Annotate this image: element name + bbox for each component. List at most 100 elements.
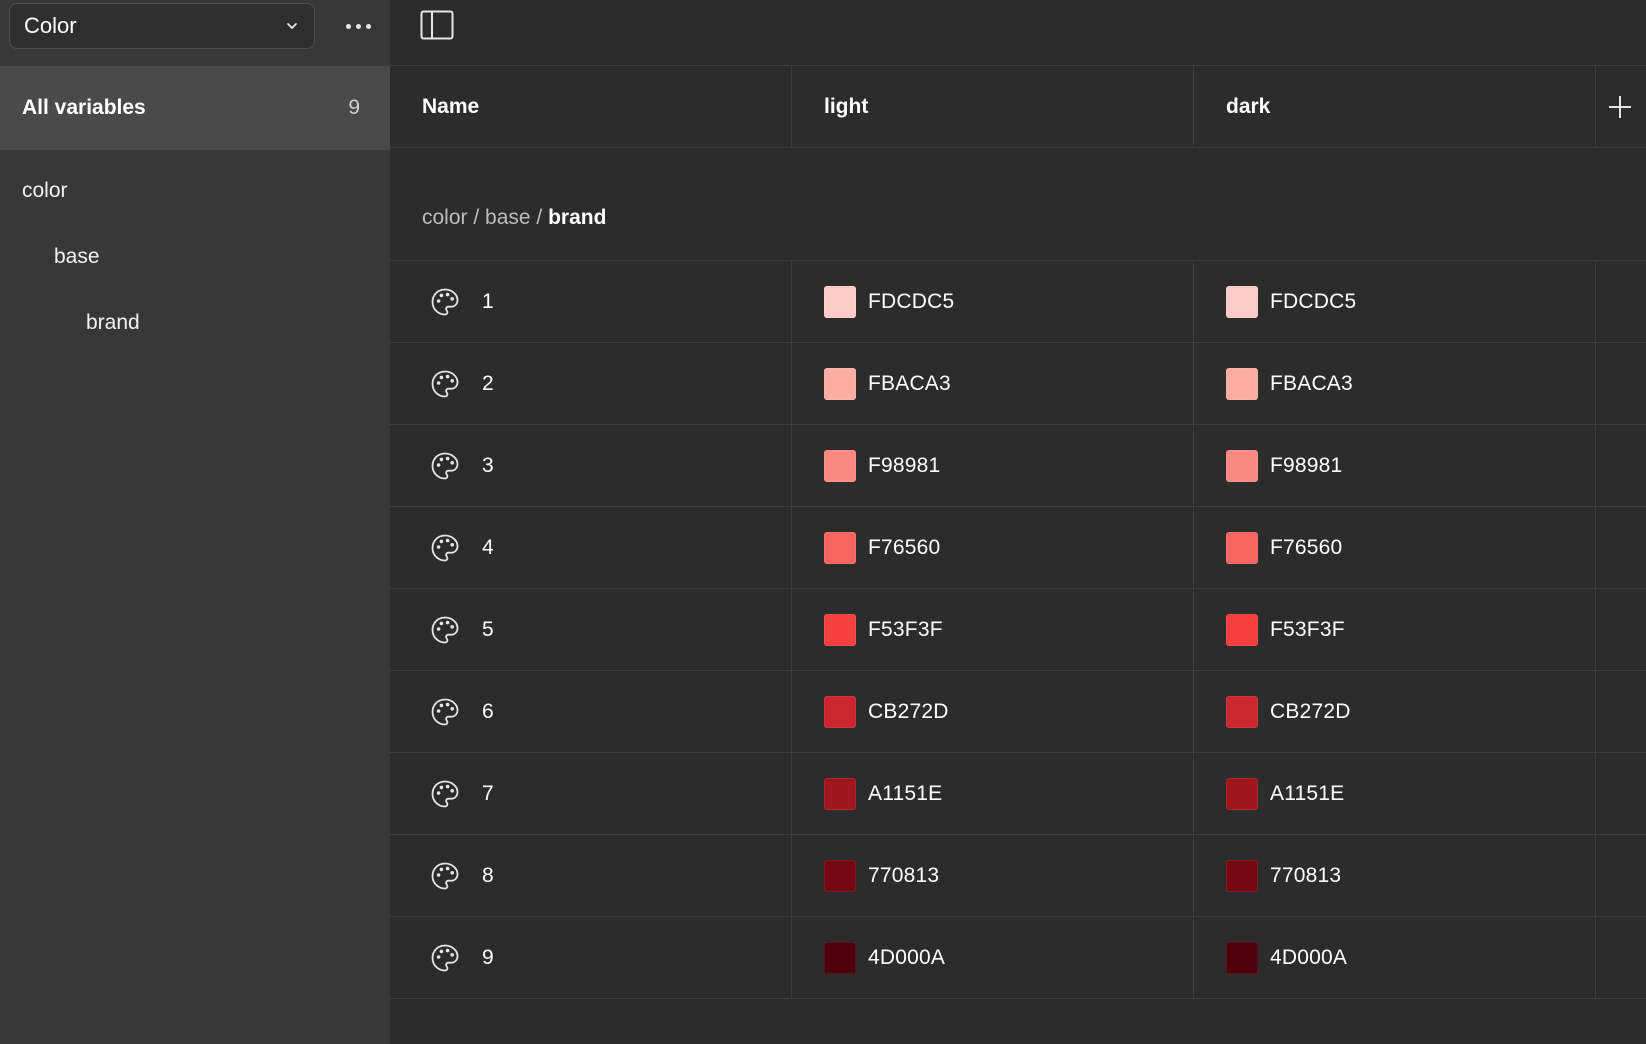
light-value-cell[interactable]: F98981 <box>792 425 1194 507</box>
variable-name: 7 <box>482 782 494 805</box>
color-swatch[interactable] <box>1226 696 1258 728</box>
hex-value: 4D000A <box>1270 946 1348 969</box>
more-horizontal-icon <box>345 23 351 29</box>
all-variables-item[interactable]: All variables 9 <box>0 66 390 150</box>
collection-dropdown[interactable]: Color <box>9 3 315 49</box>
variable-name-cell[interactable]: 3 <box>390 425 792 507</box>
light-value-cell[interactable]: 4D000A <box>792 917 1194 999</box>
tree-item-base[interactable]: base <box>0 230 390 284</box>
hex-value: F53F3F <box>868 618 943 641</box>
collection-label: Color <box>24 13 77 38</box>
sidebar-toggle-icon[interactable] <box>420 10 454 40</box>
dark-value-cell[interactable]: F76560 <box>1194 507 1596 589</box>
table-row[interactable]: 2 FBACA3 FBACA3 <box>390 343 1646 425</box>
tree-item-color[interactable]: color <box>0 164 390 218</box>
hex-value: A1151E <box>1270 782 1345 805</box>
empty-cell <box>1596 917 1646 999</box>
plus-icon[interactable] <box>1590 66 1646 148</box>
table-row[interactable]: 7 A1151E A1151E <box>390 753 1646 835</box>
color-swatch[interactable] <box>824 860 856 892</box>
variable-name: 8 <box>482 864 494 887</box>
palette-icon <box>431 944 459 972</box>
variable-name-cell[interactable]: 8 <box>390 835 792 917</box>
color-swatch[interactable] <box>1226 450 1258 482</box>
empty-cell <box>1596 835 1646 917</box>
variable-name-cell[interactable]: 2 <box>390 343 792 425</box>
dark-value-cell[interactable]: 4D000A <box>1194 917 1596 999</box>
hex-value: CB272D <box>1270 700 1351 723</box>
variable-name-cell[interactable]: 7 <box>390 753 792 835</box>
color-swatch[interactable] <box>1226 532 1258 564</box>
color-swatch[interactable] <box>824 368 856 400</box>
hex-value: FBACA3 <box>1270 372 1353 395</box>
hex-value: F53F3F <box>1270 618 1345 641</box>
variable-name: 5 <box>482 618 494 641</box>
dark-value-cell[interactable]: CB272D <box>1194 671 1596 753</box>
hex-value: F76560 <box>868 536 941 559</box>
table-header: Name light dark <box>390 66 1646 148</box>
more-options-button[interactable] <box>336 10 380 42</box>
tree-item-brand[interactable]: brand <box>0 296 390 350</box>
dark-value-cell[interactable]: 770813 <box>1194 835 1596 917</box>
variable-name: 4 <box>482 536 494 559</box>
chevron-down-icon <box>287 23 297 29</box>
dark-value-cell[interactable]: F98981 <box>1194 425 1596 507</box>
variable-name-cell[interactable]: 5 <box>390 589 792 671</box>
table-row[interactable]: 6 CB272D CB272D <box>390 671 1646 753</box>
dark-value-cell[interactable]: A1151E <box>1194 753 1596 835</box>
variable-name-cell[interactable]: 9 <box>390 917 792 999</box>
light-value-cell[interactable]: FBACA3 <box>792 343 1194 425</box>
more-dot <box>365 23 371 29</box>
column-header-label: dark <box>1226 95 1271 118</box>
group-path-prefix: color / base / <box>422 206 549 229</box>
hex-value: 770813 <box>1270 864 1342 887</box>
color-swatch[interactable] <box>824 532 856 564</box>
hex-value: F98981 <box>868 454 941 477</box>
color-swatch[interactable] <box>824 942 856 974</box>
color-swatch[interactable] <box>824 450 856 482</box>
color-swatch[interactable] <box>824 286 856 318</box>
light-value-cell[interactable]: FDCDC5 <box>792 261 1194 343</box>
palette-icon <box>431 698 459 726</box>
table-row[interactable]: 3 F98981 F98981 <box>390 425 1646 507</box>
hex-value: F76560 <box>1270 536 1343 559</box>
color-swatch[interactable] <box>824 614 856 646</box>
hex-value: A1151E <box>868 782 943 805</box>
light-value-cell[interactable]: F53F3F <box>792 589 1194 671</box>
dark-value-cell[interactable]: FBACA3 <box>1194 343 1596 425</box>
color-swatch[interactable] <box>1226 778 1258 810</box>
light-value-cell[interactable]: F76560 <box>792 507 1194 589</box>
table-row[interactable]: 4 F76560 F76560 <box>390 507 1646 589</box>
table-row[interactable]: 8 770813 770813 <box>390 835 1646 917</box>
table-row[interactable]: 5 F53F3F F53F3F <box>390 589 1646 671</box>
table-row[interactable]: 9 4D000A 4D000A <box>390 917 1646 999</box>
color-swatch[interactable] <box>1226 286 1258 318</box>
light-value-cell[interactable]: A1151E <box>792 753 1194 835</box>
column-header-dark[interactable]: dark <box>1194 66 1596 148</box>
column-header-name[interactable]: Name <box>390 66 792 148</box>
variable-name-cell[interactable]: 6 <box>390 671 792 753</box>
dark-value-cell[interactable]: FDCDC5 <box>1194 261 1596 343</box>
group-breadcrumb: color / base / brand <box>422 206 606 230</box>
color-swatch[interactable] <box>824 696 856 728</box>
color-swatch[interactable] <box>824 778 856 810</box>
variable-name-cell[interactable]: 4 <box>390 507 792 589</box>
variable-name-cell[interactable]: 1 <box>390 261 792 343</box>
light-value-cell[interactable]: CB272D <box>792 671 1194 753</box>
dark-value-cell[interactable]: F53F3F <box>1194 589 1596 671</box>
column-header-light[interactable]: light <box>792 66 1194 148</box>
palette-icon <box>431 288 459 316</box>
palette-icon <box>431 862 459 890</box>
sidebar: Color All variables 9 color base brand <box>0 0 390 1044</box>
more-dot <box>355 23 361 29</box>
color-swatch[interactable] <box>1226 614 1258 646</box>
table-row[interactable]: 1 FDCDC5 FDCDC5 <box>390 261 1646 343</box>
color-swatch[interactable] <box>1226 942 1258 974</box>
light-value-cell[interactable]: 770813 <box>792 835 1194 917</box>
palette-icon <box>431 370 459 398</box>
empty-cell <box>1596 753 1646 835</box>
variable-name: 1 <box>482 290 494 313</box>
color-swatch[interactable] <box>1226 368 1258 400</box>
tree-item-label: color <box>22 179 68 202</box>
color-swatch[interactable] <box>1226 860 1258 892</box>
